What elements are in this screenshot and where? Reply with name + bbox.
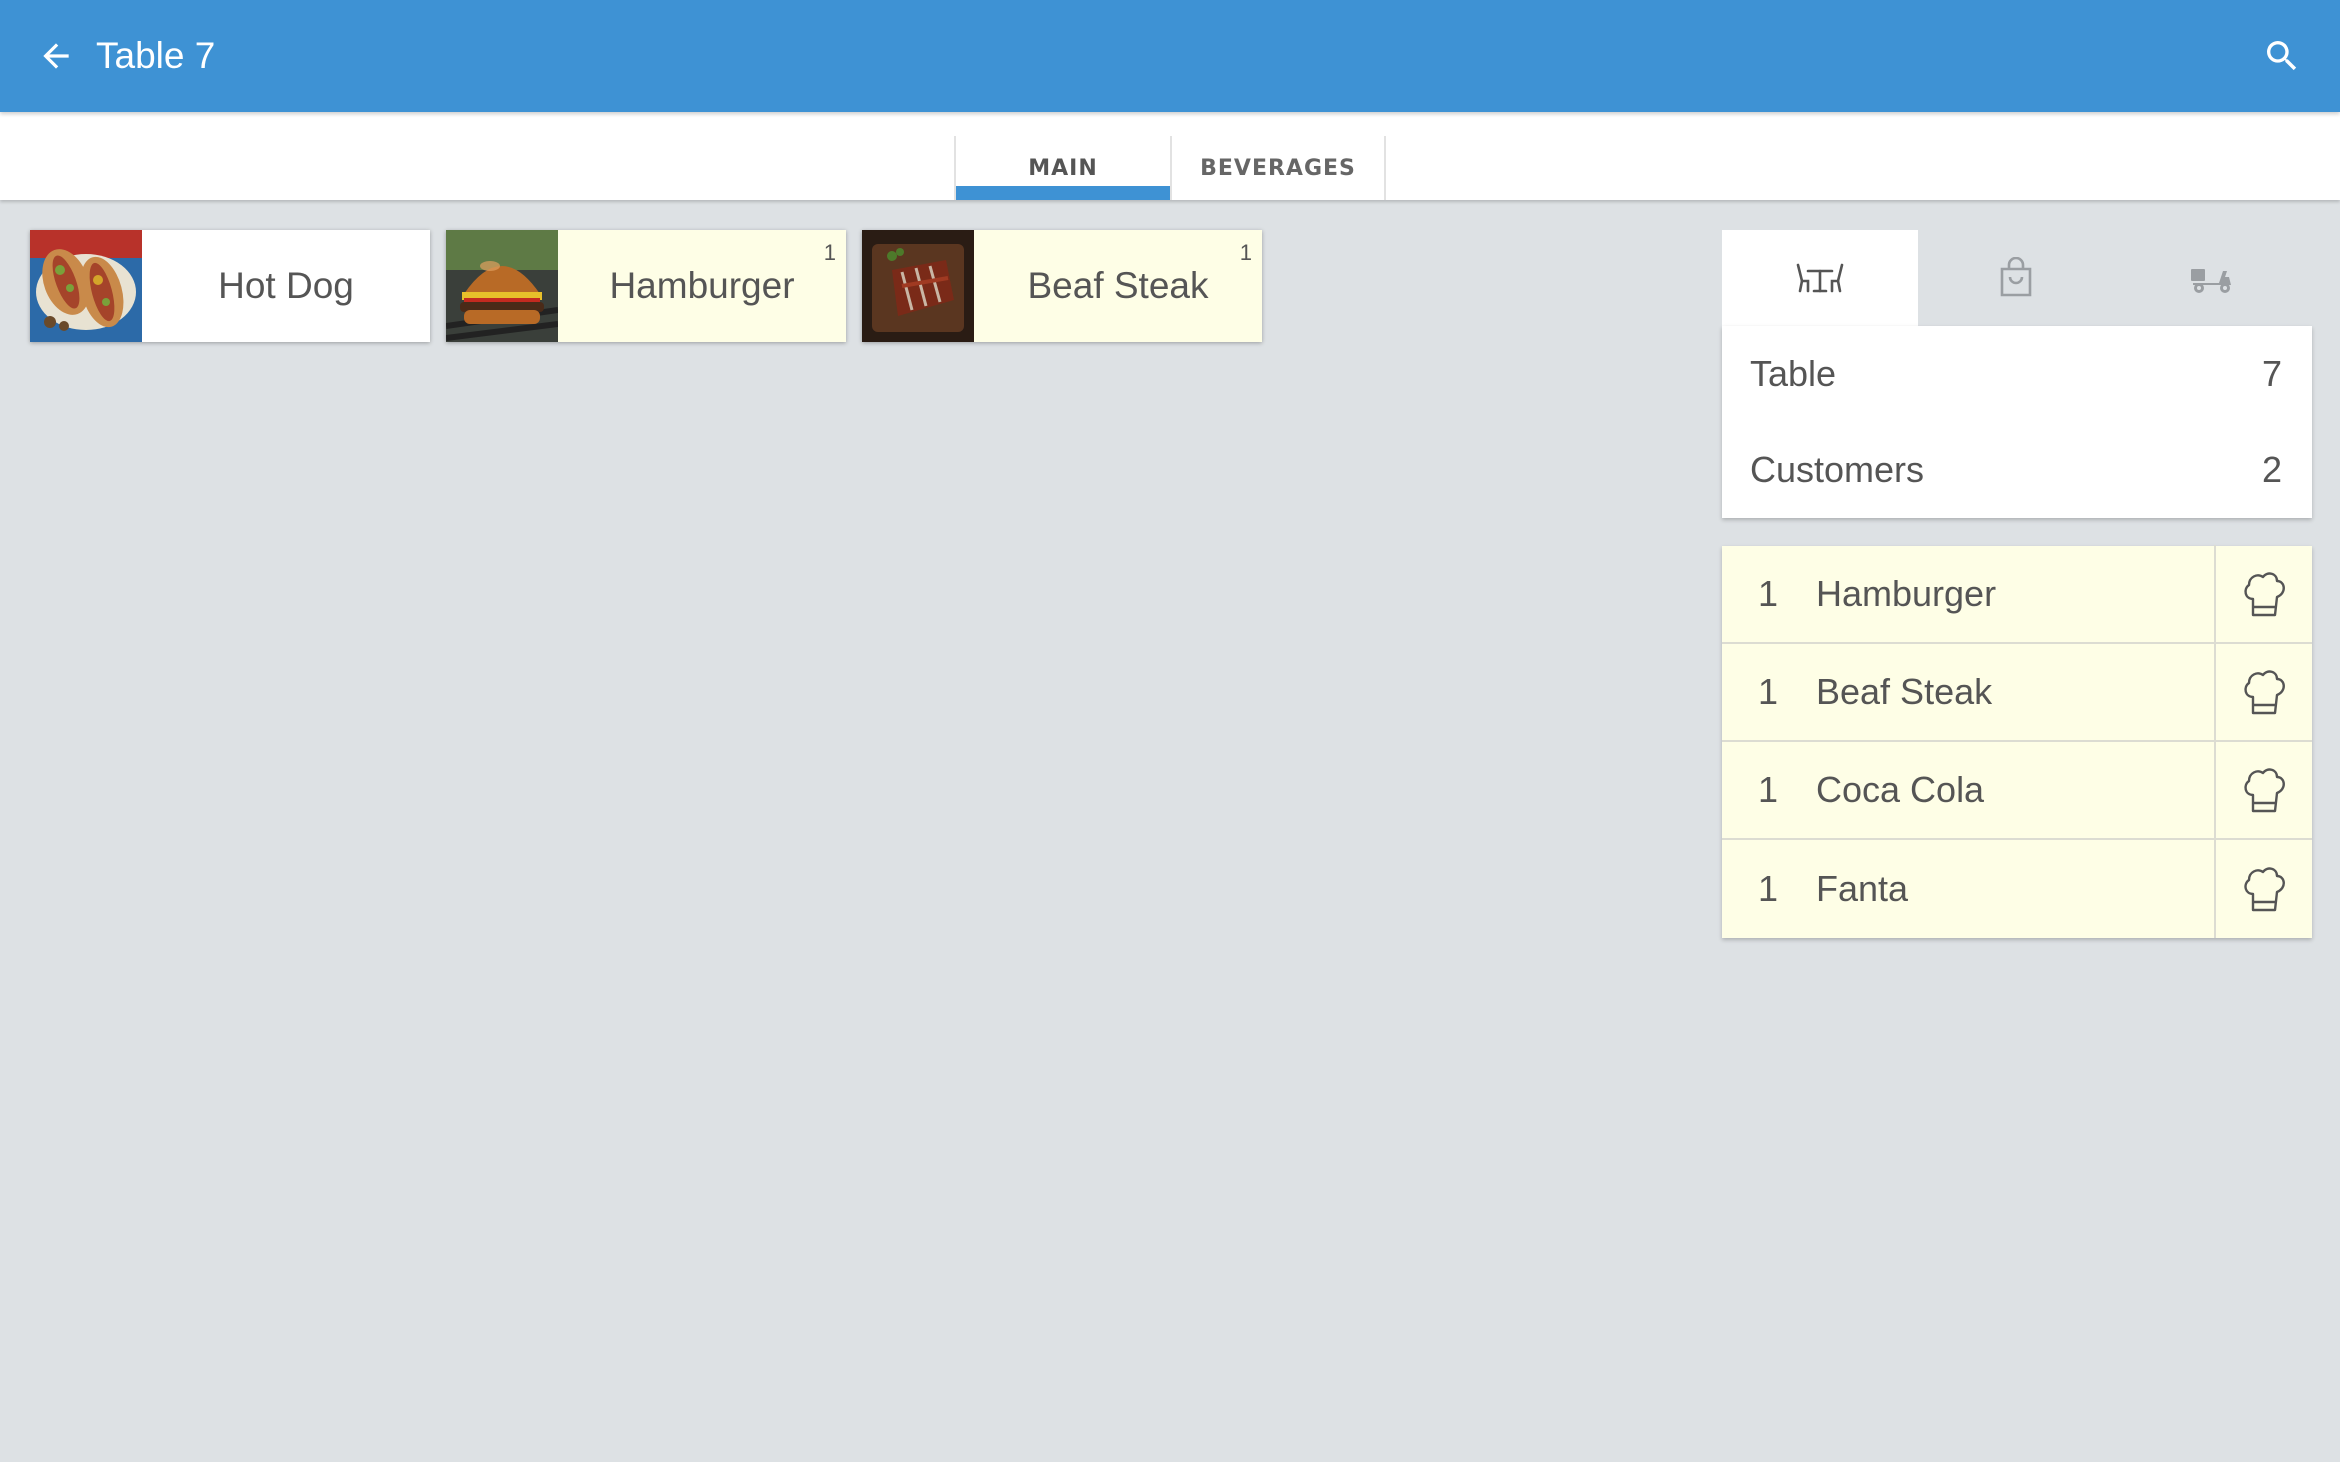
product-name: Beaf Steak — [1027, 265, 1209, 306]
chef-hat-icon — [2244, 572, 2285, 617]
order-item-name: Coca Cola — [1816, 769, 1985, 810]
order-item-name: Fanta — [1816, 868, 1909, 909]
product-count-badge: 1 — [1239, 240, 1252, 265]
send-to-kitchen-button[interactable] — [2214, 741, 2312, 839]
chef-hat-icon — [2244, 768, 2285, 813]
order-item-qty: 1 — [1758, 671, 1779, 712]
table-row[interactable]: Table 7 — [1722, 326, 2312, 422]
send-to-kitchen-button[interactable] — [2214, 840, 2312, 938]
tab-main[interactable]: MAIN — [954, 136, 1170, 200]
order-list: 1 Hamburger 1 Beaf Steak 1 Coca Cola 1 F… — [1722, 545, 2312, 938]
search-button[interactable] — [2256, 30, 2308, 82]
chef-hat-icon — [2244, 867, 2285, 912]
product-grid: Hot Dog Hamburger 1 Beaf Steak 1 — [30, 230, 1262, 342]
tab-beverages-label: BEVERAGES — [1200, 156, 1356, 181]
product-name: Hot Dog — [218, 265, 354, 306]
table-label: Table — [1750, 353, 1837, 394]
active-tab-indicator — [956, 186, 1170, 200]
order-type-dine-in[interactable] — [1722, 230, 1918, 326]
tab-main-label: MAIN — [1028, 156, 1098, 181]
app-bar: Table 7 — [0, 0, 2340, 112]
customers-label: Customers — [1750, 449, 1925, 490]
order-item-qty: 1 — [1758, 769, 1779, 810]
order-item-beaf-steak[interactable]: 1 Beaf Steak — [1722, 643, 2312, 742]
order-item-hamburger[interactable]: 1 Hamburger — [1722, 545, 2312, 644]
order-item-coca-cola[interactable]: 1 Coca Cola — [1722, 741, 2312, 840]
chef-hat-icon — [2244, 670, 2285, 715]
product-tile-beaf-steak[interactable]: Beaf Steak 1 — [862, 230, 1262, 342]
send-to-kitchen-button[interactable] — [2214, 643, 2312, 741]
back-button[interactable] — [30, 30, 82, 82]
search-icon — [2267, 41, 2297, 71]
order-item-name: Hamburger — [1816, 573, 1997, 614]
order-item-qty: 1 — [1758, 573, 1779, 614]
hamburger-image — [446, 230, 558, 342]
product-count-badge: 1 — [823, 240, 836, 265]
hot-dog-image — [30, 230, 142, 342]
category-tab-bar: MAIN BEVERAGES — [0, 112, 2340, 200]
table-info-card: Table 7 Customers 2 — [1722, 326, 2312, 518]
beaf-steak-image — [862, 230, 974, 342]
dine-in-table-icon — [1796, 263, 1844, 293]
send-to-kitchen-button[interactable] — [2214, 545, 2312, 643]
product-tile-hamburger[interactable]: Hamburger 1 — [446, 230, 846, 342]
table-value: 7 — [2261, 353, 2282, 394]
order-type-delivery[interactable] — [2114, 230, 2310, 326]
product-name: Hamburger — [609, 265, 795, 306]
order-item-qty: 1 — [1758, 868, 1779, 909]
order-item-name: Beaf Steak — [1816, 671, 1993, 712]
page-title: Table 7 — [96, 35, 216, 76]
order-type-takeaway[interactable] — [1918, 230, 2114, 326]
tab-beverages[interactable]: BEVERAGES — [1170, 136, 1386, 200]
order-item-fanta[interactable]: 1 Fanta — [1722, 840, 2312, 938]
delivery-scooter-icon — [2191, 269, 2231, 293]
arrow-left-icon — [43, 43, 69, 69]
customers-value: 2 — [2261, 449, 2282, 490]
takeaway-bag-icon — [2000, 257, 2032, 297]
order-type-tabs — [1722, 230, 2312, 326]
product-tile-hot-dog[interactable]: Hot Dog — [30, 230, 430, 342]
customers-row[interactable]: Customers 2 — [1722, 422, 2312, 518]
